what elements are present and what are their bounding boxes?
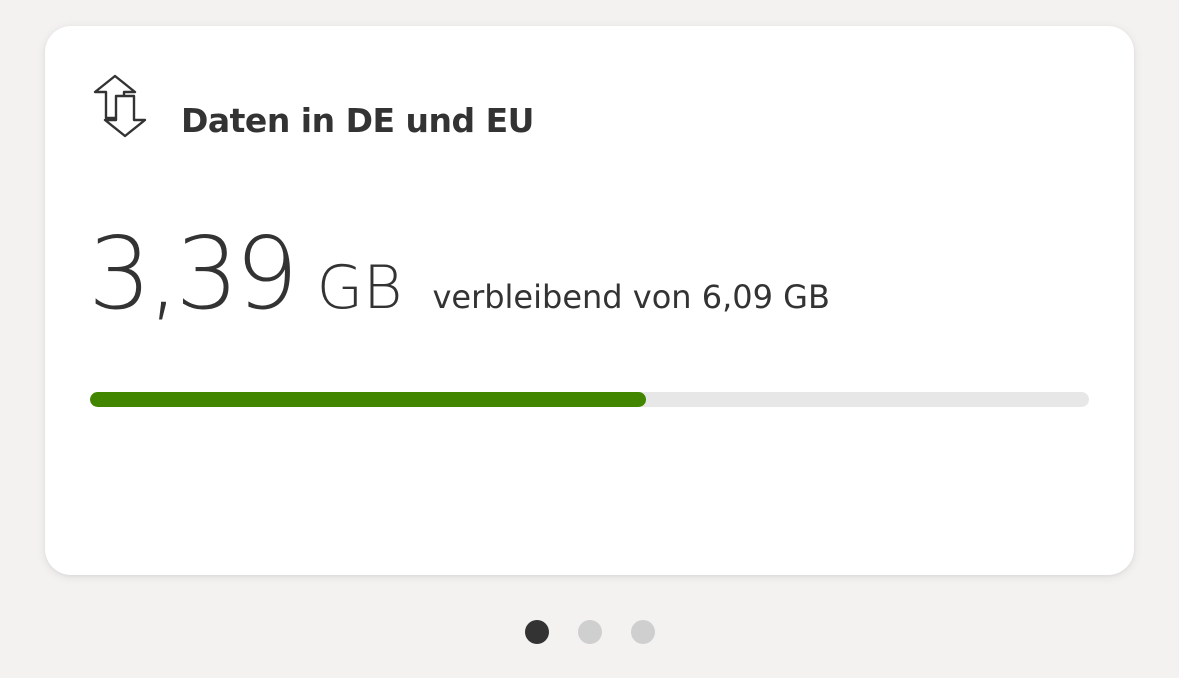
page-dot-3[interactable] <box>630 620 655 644</box>
page-dot-2[interactable] <box>577 620 602 644</box>
page-dot-1[interactable] <box>524 620 549 644</box>
remaining-value: 3,39 <box>88 215 299 332</box>
usage-progress-bar <box>90 392 1089 407</box>
data-transfer-arrows-icon <box>93 74 147 138</box>
usage-progress-fill <box>90 392 647 407</box>
card-header: Daten in DE und EU <box>93 74 534 140</box>
remaining-unit: GB <box>316 253 403 323</box>
remaining-amount: 3,39 GB verbleibend von 6,09 GB <box>88 224 830 324</box>
remaining-caption: verbleibend von 6,09 GB <box>432 278 830 316</box>
card-title: Daten in DE und EU <box>181 100 534 140</box>
page-indicator[interactable] <box>0 620 1179 644</box>
data-usage-card[interactable]: Daten in DE und EU 3,39 GB verbleibend v… <box>45 26 1134 575</box>
